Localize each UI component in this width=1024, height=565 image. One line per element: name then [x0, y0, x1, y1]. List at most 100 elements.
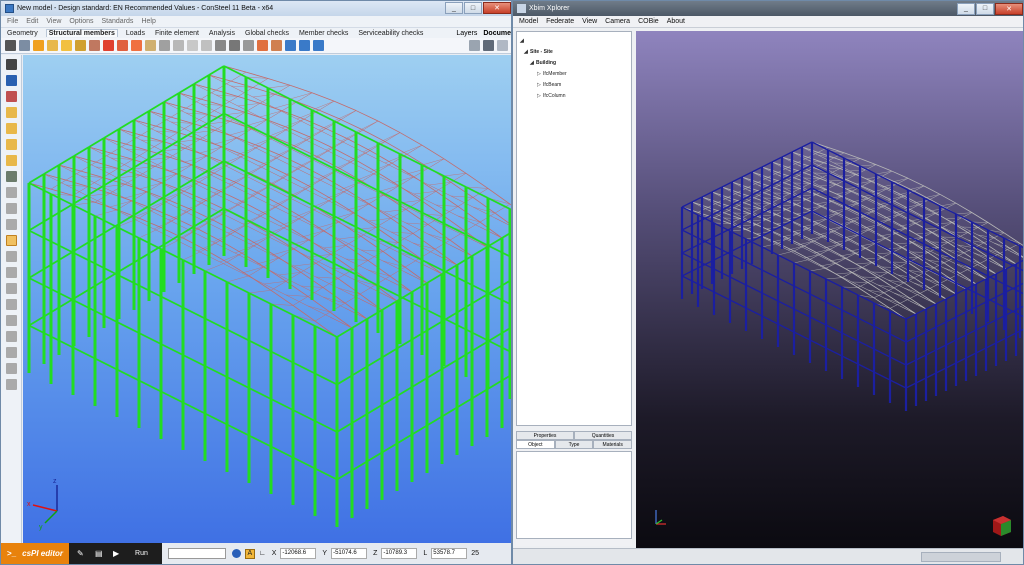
tab-type[interactable]: Type: [554, 440, 594, 449]
tab-geometry[interactable]: Geometry: [5, 30, 40, 37]
view-front-icon[interactable]: [5, 187, 17, 198]
frame-tool-icon[interactable]: [89, 40, 100, 51]
documentation-icon[interactable]: [497, 40, 508, 51]
tab-structural-members[interactable]: Structural members: [45, 29, 118, 37]
tab-finite-element[interactable]: Finite element: [153, 30, 201, 37]
view-top-icon[interactable]: [5, 219, 17, 230]
menu-view[interactable]: View: [46, 18, 61, 25]
menu-about[interactable]: About: [667, 18, 685, 25]
maximize-button[interactable]: □: [464, 2, 482, 14]
menu-standards[interactable]: Standards: [102, 18, 134, 25]
consteel-structure-model[interactable]: [23, 55, 511, 545]
command-input[interactable]: [167, 548, 226, 559]
close-button[interactable]: ✕: [483, 2, 511, 14]
tab-object[interactable]: Object: [516, 440, 555, 449]
wireframe-icon[interactable]: [5, 331, 17, 342]
fit-icon[interactable]: [5, 299, 17, 310]
truss-view-icon[interactable]: [313, 40, 324, 51]
visibility-icon[interactable]: [483, 40, 494, 51]
view-cube-icon[interactable]: [989, 512, 1015, 538]
expand-icon[interactable]: ◢: [520, 38, 526, 44]
menu-options[interactable]: Options: [69, 18, 93, 25]
view-side-icon[interactable]: [5, 203, 17, 214]
hinge-tool-icon[interactable]: [187, 40, 198, 51]
layers-icon[interactable]: [469, 40, 480, 51]
view-iso-icon[interactable]: [5, 235, 17, 246]
menu-federate[interactable]: Federate: [546, 18, 574, 25]
globe-icon[interactable]: [231, 549, 241, 558]
copy-icon[interactable]: [5, 107, 17, 118]
consteel-titlebar[interactable]: New model - Design standard: EN Recommen…: [1, 1, 511, 16]
edit-icon[interactable]: ✎: [77, 549, 87, 559]
x-coordinate-field[interactable]: -12068.6: [280, 548, 317, 559]
menu-cobie[interactable]: COBie: [638, 18, 659, 25]
release-tool-icon[interactable]: [201, 40, 212, 51]
menu-camera[interactable]: Camera: [605, 18, 630, 25]
move-icon[interactable]: [5, 123, 17, 134]
xbim-close-button[interactable]: ✕: [995, 2, 1023, 15]
node-tool-icon[interactable]: [215, 40, 226, 51]
bracing-tool-icon[interactable]: [117, 40, 128, 51]
xbim-minimize-button[interactable]: _: [957, 2, 975, 15]
xbim-maximize-button[interactable]: □: [976, 2, 994, 15]
run-icon[interactable]: ▶: [113, 549, 123, 559]
tab-serviceability-checks[interactable]: Serviceability checks: [356, 30, 425, 37]
labels-icon[interactable]: [5, 379, 17, 390]
z-coordinate-field[interactable]: -10789.3: [381, 548, 418, 559]
menu-view[interactable]: View: [582, 18, 597, 25]
tree-item-ifccolumn[interactable]: ▷ IfcColumn: [520, 90, 628, 101]
angle-icon[interactable]: ∟: [259, 550, 266, 557]
rotate-icon[interactable]: [5, 139, 17, 150]
tab-global-checks[interactable]: Global checks: [243, 30, 291, 37]
section-view-icon[interactable]: [5, 347, 17, 358]
render-icon[interactable]: [5, 315, 17, 326]
tree-item-building[interactable]: ◢ Building: [520, 57, 628, 68]
frame-view-icon[interactable]: [299, 40, 310, 51]
snap-icon[interactable]: A: [244, 548, 255, 559]
menu-model[interactable]: Model: [519, 18, 538, 25]
joint-tool-icon[interactable]: [131, 40, 142, 51]
select-icon[interactable]: [5, 171, 17, 182]
load-tool-icon[interactable]: [257, 40, 268, 51]
section-tool-icon[interactable]: [271, 40, 282, 51]
haunch-tool-icon[interactable]: [75, 40, 86, 51]
mirror-icon[interactable]: [5, 155, 17, 166]
table-tool-icon[interactable]: [285, 40, 296, 51]
measure-icon[interactable]: [5, 363, 17, 374]
column-tool-icon[interactable]: [47, 40, 58, 51]
menu-help[interactable]: Help: [141, 18, 155, 25]
length-field[interactable]: 53578.7: [431, 548, 468, 559]
delete-icon[interactable]: [5, 91, 17, 102]
purlin-tool-icon[interactable]: [145, 40, 156, 51]
support-tool-icon[interactable]: [173, 40, 184, 51]
cspi-editor-panel[interactable]: >_ csPI editor: [1, 543, 70, 564]
member-tool-icon[interactable]: [243, 40, 254, 51]
xbim-structure-model[interactable]: [636, 31, 1023, 548]
save-icon[interactable]: [5, 59, 17, 70]
truss-tool-icon[interactable]: [103, 40, 114, 51]
orbit-icon[interactable]: [5, 283, 17, 294]
menu-file[interactable]: File: [7, 18, 18, 25]
tree-item-ifcbeam[interactable]: ▷ IfcBeam: [520, 79, 628, 90]
tab-member-checks[interactable]: Member checks: [297, 30, 350, 37]
grid-tool-icon[interactable]: [19, 40, 30, 51]
plate-tool-icon[interactable]: [61, 40, 72, 51]
xbim-3d-viewport[interactable]: [636, 31, 1023, 548]
pan-icon[interactable]: [5, 267, 17, 278]
tab-materials[interactable]: Materials: [593, 440, 633, 449]
menu-edit[interactable]: Edit: [26, 18, 38, 25]
beam-tool-icon[interactable]: [33, 40, 44, 51]
tab-properties[interactable]: Properties: [516, 431, 574, 440]
check-tool-icon[interactable]: [229, 40, 240, 51]
y-coordinate-field[interactable]: -51074.6: [331, 548, 368, 559]
tree-item-root[interactable]: ◢: [520, 35, 628, 46]
undo-icon[interactable]: [5, 75, 17, 86]
angle-tool-icon[interactable]: [159, 40, 170, 51]
text-tool-icon[interactable]: [5, 40, 16, 51]
tab-loads[interactable]: Loads: [124, 30, 147, 37]
xbim-titlebar[interactable]: Xbim Xplorer _ □ ✕: [513, 1, 1023, 16]
tab-analysis[interactable]: Analysis: [207, 30, 237, 37]
zoom-icon[interactable]: [5, 251, 17, 262]
consteel-3d-viewport[interactable]: z x y: [23, 55, 511, 545]
script-icon[interactable]: ▤: [95, 549, 105, 559]
